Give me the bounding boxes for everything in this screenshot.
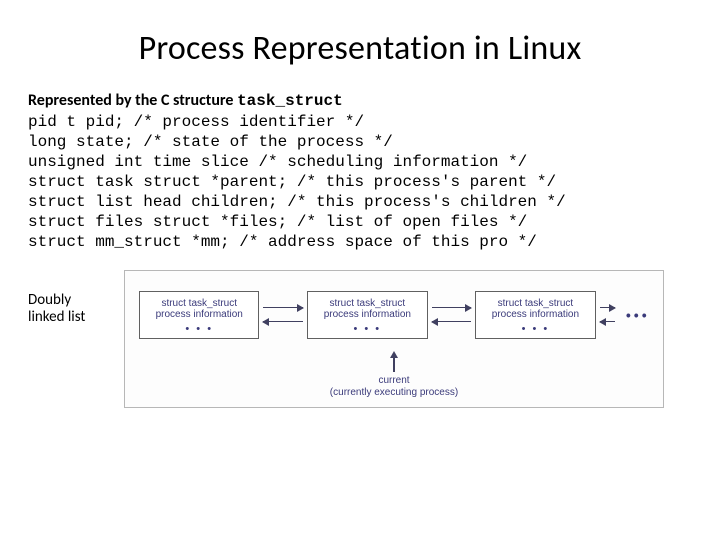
vertical-ellipsis-icon: • • • [312,323,422,335]
current-sub: (currently executing process) [139,387,649,399]
list-node: struct task_struct process information •… [475,291,595,340]
horizontal-ellipsis-icon: • • • [626,309,647,322]
arrow-right-icon [432,307,472,308]
vertical-ellipsis-icon: • • • [480,323,590,335]
list-node: struct task_struct process information •… [307,291,427,340]
node-line1: struct task_struct [480,298,590,310]
list-node: struct task_struct process information •… [139,291,259,340]
link-arrows [428,285,476,345]
current-pointer: current (currently executing process) [139,351,649,399]
side-label-line1: Doubly [28,291,71,309]
arrow-left-icon [432,321,472,322]
slide-title: Process Representation in Linux [28,28,692,69]
node-line1: struct task_struct [144,298,254,310]
intro-struct-name: task_struct [237,92,343,110]
arrow-right-icon [263,307,303,308]
node-row: struct task_struct process information •… [139,285,649,345]
arrow-left-icon [263,321,303,322]
slide: Process Representation in Linux Represen… [0,0,720,540]
arrow-right-icon [600,307,615,308]
link-arrows-ellipsis: • • • [596,285,649,345]
intro-line: Represented by the C structure task_stru… [28,91,692,110]
node-line2: process information [144,309,254,321]
node-line2: process information [480,309,590,321]
arrow-up-icon [390,351,398,358]
side-label: Doubly linked list [28,270,96,327]
linked-list-diagram: struct task_struct process information •… [124,270,664,408]
diagram-wrap: struct task_struct process information •… [96,270,692,408]
node-line1: struct task_struct [312,298,422,310]
arrow-left-icon [600,321,615,322]
node-line2: process information [312,309,422,321]
side-label-line2: linked list [28,308,85,326]
code-block: pid t pid; /* process identifier */ long… [28,112,692,252]
current-label: current [139,375,649,387]
link-arrows [259,285,307,345]
intro-prefix: Represented by the C structure [28,91,237,110]
arrow-up-stem [393,358,395,372]
lower-region: Doubly linked list struct task_struct pr… [28,270,692,408]
vertical-ellipsis-icon: • • • [144,323,254,335]
